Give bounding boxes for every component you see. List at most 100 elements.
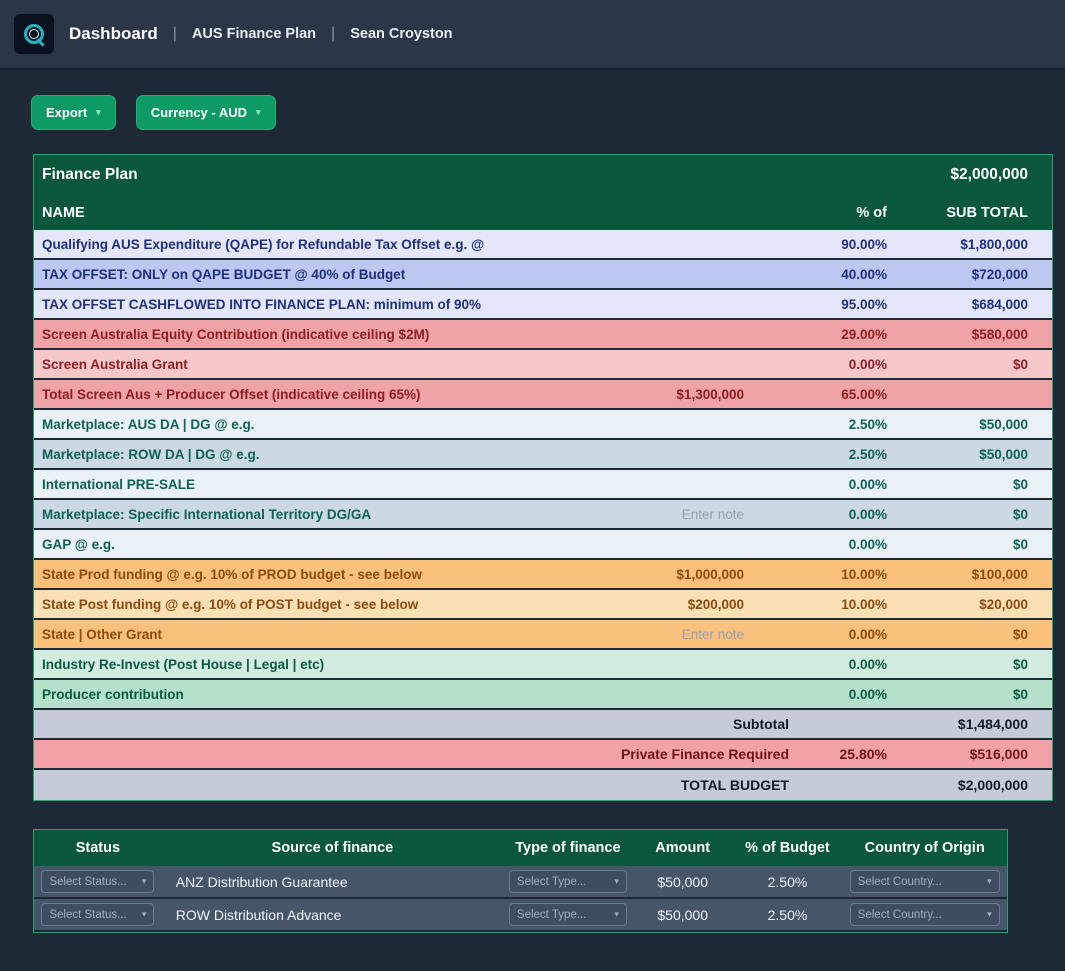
summary-value: $2,000,000 [887, 777, 1028, 793]
finance-plan-row: Screen Australia Grant0.00%$0 [34, 350, 1052, 380]
finance-plan-row: Producer contribution0.00%$0 [34, 680, 1052, 710]
row-subtotal: $684,000 [887, 297, 1028, 312]
chevron-down-icon: ▾ [142, 909, 147, 920]
select-value: Select Type... [517, 876, 586, 888]
app-logo[interactable] [14, 14, 54, 54]
country-select[interactable]: Select Country...▾ [850, 870, 1000, 893]
note-input[interactable] [584, 627, 744, 642]
row-percent: 90.00% [744, 237, 887, 252]
sources-column-header: Status [34, 840, 162, 856]
row-percent: 0.00% [744, 357, 887, 372]
nav-separator: | [173, 25, 177, 43]
finance-plan-row: Marketplace: ROW DA | DG @ e.g.2.50%$50,… [34, 440, 1052, 470]
finance-plan-row: Marketplace: AUS DA | DG @ e.g.2.50%$50,… [34, 410, 1052, 440]
sources-column-header: Amount [633, 840, 733, 856]
select-value: Select Country... [858, 909, 942, 921]
top-navbar: Dashboard | AUS Finance Plan | Sean Croy… [0, 0, 1065, 70]
row-percent: 29.00% [744, 327, 887, 342]
type-cell: Select Type...▾ [503, 903, 633, 926]
row-percent: 0.00% [744, 477, 887, 492]
finance-plan-row: Qualifying AUS Expenditure (QAPE) for Re… [34, 230, 1052, 260]
logo-q-icon [24, 24, 44, 44]
row-name: Marketplace: ROW DA | DG @ e.g. [42, 447, 584, 462]
row-percent: 0.00% [744, 537, 887, 552]
sources-column-header: Source of finance [162, 840, 503, 856]
finance-plan-row: TAX OFFSET: ONLY on QAPE BUDGET @ 40% of… [34, 260, 1052, 290]
row-percent: 0.00% [744, 507, 887, 522]
source-row: Select Status...▾ROW Distribution Advanc… [34, 899, 1007, 932]
finance-plan-title: Finance Plan [42, 166, 138, 184]
row-name: International PRE-SALE [42, 477, 584, 492]
row-percent: 0.00% [744, 627, 887, 642]
row-subtotal: $720,000 [887, 267, 1028, 282]
finance-plan-header: Finance Plan $2,000,000 NAME % of SUB TO… [34, 155, 1052, 230]
status-select[interactable]: Select Status... ▾ [41, 903, 154, 926]
currency-button[interactable]: Currency - AUD ▾ [136, 95, 276, 130]
summary-label: TOTAL BUDGET [42, 777, 789, 793]
summary-value: $516,000 [887, 746, 1028, 762]
currency-button-label: Currency - AUD [151, 105, 247, 120]
percent-of-budget-value: 2.50% [733, 874, 843, 890]
nav-project-name[interactable]: AUS Finance Plan [192, 26, 316, 42]
row-name: TAX OFFSET: ONLY on QAPE BUDGET @ 40% of… [42, 267, 584, 282]
select-value: Select Status... [49, 876, 126, 888]
chevron-down-icon: ▾ [614, 876, 619, 887]
type-select[interactable]: Select Type...▾ [509, 903, 627, 926]
summary-percent: 25.80% [789, 746, 887, 762]
summary-row: Subtotal$1,484,000 [34, 710, 1052, 740]
row-name: Screen Australia Equity Contribution (in… [42, 327, 584, 342]
row-subtotal: $0 [887, 537, 1028, 552]
row-subtotal: $100,000 [887, 567, 1028, 582]
note-input[interactable] [584, 597, 744, 612]
status-select[interactable]: Select Status... ▾ [41, 870, 154, 893]
chevron-down-icon: ▾ [256, 108, 261, 117]
note-input[interactable] [584, 567, 744, 582]
country-cell: Select Country...▾ [842, 870, 1007, 893]
type-select[interactable]: Select Type... ▾ [509, 870, 627, 893]
row-name: Qualifying AUS Expenditure (QAPE) for Re… [42, 237, 584, 252]
finance-plan-row: State Prod funding @ e.g. 10% of PROD bu… [34, 560, 1052, 590]
chevron-down-icon: ▾ [987, 909, 992, 920]
sources-column-header: Type of finance [503, 840, 633, 856]
finance-plan-row: Marketplace: Specific International Terr… [34, 500, 1052, 530]
note-input[interactable] [584, 387, 744, 402]
export-button-label: Export [46, 105, 87, 120]
row-name: Total Screen Aus + Producer Offset (indi… [42, 387, 584, 402]
row-subtotal: $0 [887, 657, 1028, 672]
sources-rows: Select Status...▾ANZ Distribution Guaran… [34, 866, 1007, 932]
amount-value: $50,000 [633, 874, 733, 890]
finance-plan-row: GAP @ e.g. 0.00%$0 [34, 530, 1052, 560]
finance-plan-table: Finance Plan $2,000,000 NAME % of SUB TO… [33, 154, 1053, 801]
select-value: Select Status... [49, 909, 126, 921]
row-percent: 40.00% [744, 267, 887, 282]
finance-sources-table: StatusSource of financeType of financeAm… [33, 829, 1008, 933]
summary-row: TOTAL BUDGET $2,000,000 [34, 770, 1052, 800]
finance-plan-row: International PRE-SALE0.00%$0 [34, 470, 1052, 500]
row-subtotal: $20,000 [887, 597, 1028, 612]
row-note-cell [584, 597, 744, 612]
sources-column-header: Country of Origin [842, 840, 1007, 856]
chevron-down-icon: ▾ [987, 876, 992, 887]
row-name: Marketplace: AUS DA | DG @ e.g. [42, 417, 584, 432]
row-percent: 65.00% [744, 387, 887, 402]
chevron-down-icon: ▾ [96, 108, 101, 117]
chevron-down-icon: ▾ [142, 876, 147, 887]
country-select[interactable]: Select Country... ▾ [850, 903, 1000, 926]
row-percent: 2.50% [744, 447, 887, 462]
nav-user-name[interactable]: Sean Croyston [350, 26, 452, 42]
row-name: GAP @ e.g. [42, 537, 584, 552]
percent-of-budget-value: 2.50% [733, 907, 843, 923]
row-note-cell [584, 567, 744, 582]
column-header-percent: % of [744, 205, 887, 221]
export-button[interactable]: Export ▾ [31, 95, 116, 130]
row-subtotal: $50,000 [887, 417, 1028, 432]
row-note-cell [584, 507, 744, 522]
amount-value: $50,000 [633, 907, 733, 923]
summary-row: Private Finance Required25.80%$516,000 [34, 740, 1052, 770]
column-header-subtotal: SUB TOTAL [887, 205, 1028, 221]
type-cell: Select Type... ▾ [503, 870, 633, 893]
note-input[interactable] [584, 507, 744, 522]
nav-dashboard-link[interactable]: Dashboard [69, 24, 158, 44]
finance-plan-summary: Subtotal$1,484,000Private Finance Requir… [34, 710, 1052, 800]
row-name: Screen Australia Grant [42, 357, 584, 372]
